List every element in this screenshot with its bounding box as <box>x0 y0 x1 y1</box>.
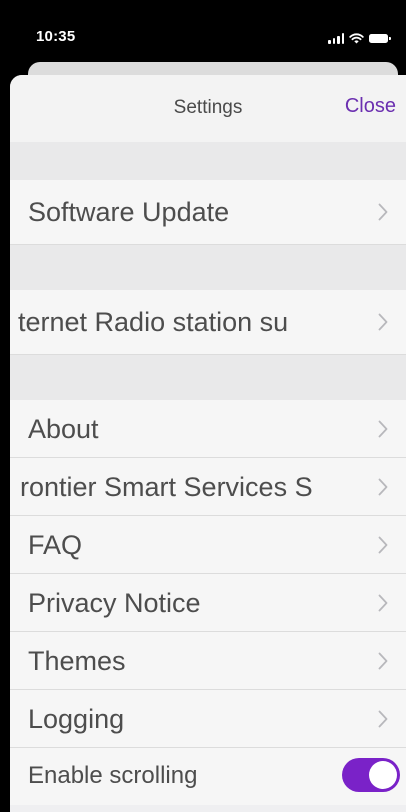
chevron-right-icon <box>378 313 388 331</box>
settings-row-about[interactable]: About <box>10 400 406 458</box>
status-time: 10:35 <box>36 28 76 45</box>
section-spacer <box>10 355 406 400</box>
toggle-knob <box>369 761 397 789</box>
enable-scrolling-toggle[interactable] <box>342 758 400 792</box>
row-label: Themes <box>28 646 126 676</box>
close-button[interactable]: Close <box>345 95 396 118</box>
row-label: Privacy Notice <box>28 588 201 618</box>
settings-row-themes[interactable]: Themes <box>10 632 406 690</box>
settings-sheet: Settings Close Software Update ternet Ra… <box>10 75 406 812</box>
chevron-right-icon <box>378 478 388 496</box>
row-label: About <box>28 414 99 444</box>
status-bar: 10:35 <box>0 0 406 62</box>
nav-bar: Settings Close <box>10 75 406 142</box>
settings-row-enable-scrolling: Enable scrolling <box>10 748 406 805</box>
settings-row-privacy-notice[interactable]: Privacy Notice <box>10 574 406 632</box>
chevron-right-icon <box>378 594 388 612</box>
signal-icon <box>328 33 344 44</box>
wifi-icon <box>349 33 364 44</box>
status-icons <box>328 30 391 44</box>
section-spacer <box>10 245 406 290</box>
section-spacer <box>10 142 406 180</box>
settings-row-frontier-smart-services[interactable]: rontier Smart Services S <box>10 458 406 516</box>
settings-row-faq[interactable]: FAQ <box>10 516 406 574</box>
row-label: Software Update <box>28 197 230 227</box>
settings-row-logging[interactable]: Logging <box>10 690 406 748</box>
battery-icon <box>369 34 391 43</box>
chevron-right-icon <box>378 536 388 554</box>
row-label: ternet Radio station su <box>18 307 289 337</box>
row-label: Logging <box>28 704 125 734</box>
chevron-right-icon <box>378 652 388 670</box>
row-label: rontier Smart Services S <box>20 472 313 502</box>
row-label: Enable scrolling <box>28 762 198 789</box>
settings-row-internet-radio[interactable]: ternet Radio station su <box>10 290 406 355</box>
row-label: FAQ <box>28 530 83 560</box>
chevron-right-icon <box>378 420 388 438</box>
settings-row-software-update[interactable]: Software Update <box>10 180 406 245</box>
chevron-right-icon <box>378 203 388 221</box>
chevron-right-icon <box>378 710 388 728</box>
